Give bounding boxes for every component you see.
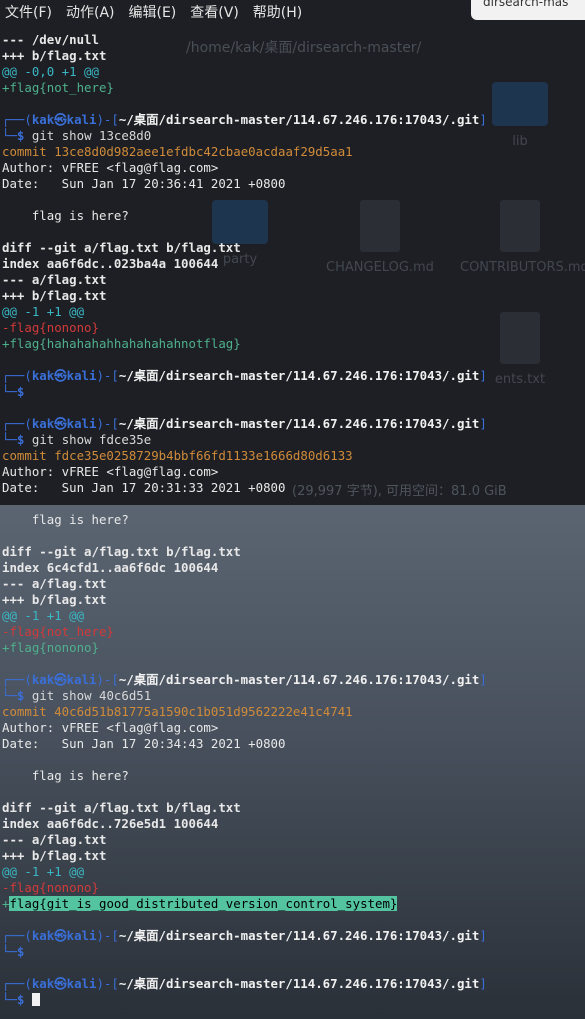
diff-header: diff --git a/flag.txt b/flag.txt bbox=[2, 240, 241, 255]
diff-header: diff --git a/flag.txt b/flag.txt bbox=[2, 800, 241, 815]
command-line: └─$ bbox=[2, 944, 25, 959]
diff-removed: -flag{nonono} bbox=[2, 320, 99, 335]
diff-line: --- a/flag.txt bbox=[2, 832, 107, 847]
kali-icon: ㉿ bbox=[54, 672, 67, 687]
menu-edit[interactable]: 编辑(E) bbox=[124, 2, 182, 22]
menu-action[interactable]: 动作(A) bbox=[61, 2, 120, 22]
commit-hash: commit fdce35e0258729b4bbf66fd1133e1666d… bbox=[2, 448, 353, 463]
kali-icon: ㉿ bbox=[54, 368, 67, 383]
prompt-line: ┌──(kak㉿kali)-[~/桌面/dirsearch-master/114… bbox=[2, 976, 487, 991]
commit-author: Author: vFREE <flag@flag.com> bbox=[2, 720, 219, 735]
prompt-line: ┌──(kak㉿kali)-[~/桌面/dirsearch-master/114… bbox=[2, 368, 487, 383]
kali-icon: ㉿ bbox=[54, 112, 67, 127]
command-line: └─$ bbox=[2, 384, 25, 399]
diff-line: +++ b/flag.txt bbox=[2, 848, 107, 863]
diff-hunk: @@ -0,0 +1 @@ bbox=[2, 64, 99, 79]
diff-added: +flag{hahahahahhahahahahnotflag} bbox=[2, 336, 241, 351]
commit-message: flag is here? bbox=[2, 208, 129, 223]
command-line: └─$ git show 13ce8d0 bbox=[2, 128, 152, 143]
command-line: └─$ git show 40c6d51 bbox=[2, 688, 152, 703]
diff-line: --- /dev/null bbox=[2, 32, 99, 47]
terminal-menubar: 文件(F) 动作(A) 编辑(E) 查看(V) 帮助(H) bbox=[0, 0, 311, 24]
commit-message: flag is here? bbox=[2, 512, 129, 527]
prompt-line: ┌──(kak㉿kali)-[~/桌面/dirsearch-master/114… bbox=[2, 112, 487, 127]
text-cursor bbox=[31, 993, 40, 1006]
kali-icon: ㉿ bbox=[54, 976, 67, 991]
kali-icon: ㉿ bbox=[54, 928, 67, 943]
diff-line: +++ b/flag.txt bbox=[2, 592, 107, 607]
diff-line: --- a/flag.txt bbox=[2, 272, 107, 287]
terminal-output[interactable]: --- /dev/null +++ b/flag.txt @@ -0,0 +1 … bbox=[2, 32, 585, 1008]
diff-index: index aa6f6dc..726e5d1 100644 bbox=[2, 816, 219, 831]
selected-flag-text: flag{git_is_good_distributed_version_con… bbox=[9, 896, 398, 911]
diff-line: --- a/flag.txt bbox=[2, 576, 107, 591]
commit-date: Date: Sun Jan 17 20:36:41 2021 +0800 bbox=[2, 176, 286, 191]
prompt-line: ┌──(kak㉿kali)-[~/桌面/dirsearch-master/114… bbox=[2, 416, 487, 431]
diff-removed: -flag{not_here} bbox=[2, 624, 114, 639]
commit-date: Date: Sun Jan 17 20:31:33 2021 +0800 bbox=[2, 480, 286, 495]
kali-icon: ㉿ bbox=[54, 416, 67, 431]
commit-message: flag is here? bbox=[2, 768, 129, 783]
diff-header: diff --git a/flag.txt b/flag.txt bbox=[2, 544, 241, 559]
menu-file[interactable]: 文件(F) bbox=[0, 2, 57, 22]
diff-index: index aa6f6dc..023ba4a 100644 bbox=[2, 256, 219, 271]
diff-added: +flag{not_here} bbox=[2, 80, 114, 95]
commit-author: Author: vFREE <flag@flag.com> bbox=[2, 160, 219, 175]
diff-added: +flag{nonono} bbox=[2, 640, 99, 655]
commit-hash: commit 13ce8d0d982aee1efdbc42cbae0acdaaf… bbox=[2, 144, 353, 159]
window-title-fragment: dirsearch-mas bbox=[471, 0, 585, 20]
command-input-line[interactable]: └─$ bbox=[2, 992, 585, 1008]
commit-hash: commit 40c6d51b81775a1590c1b051d9562222e… bbox=[2, 704, 353, 719]
diff-index: index 6c4cfd1..aa6f6dc 100644 bbox=[2, 560, 219, 575]
diff-hunk: @@ -1 +1 @@ bbox=[2, 864, 85, 879]
prompt-line: ┌──(kak㉿kali)-[~/桌面/dirsearch-master/114… bbox=[2, 928, 487, 943]
prompt-line: ┌──(kak㉿kali)-[~/桌面/dirsearch-master/114… bbox=[2, 672, 487, 687]
diff-added-flag: +flag{git_is_good_distributed_version_co… bbox=[2, 896, 398, 911]
commit-date: Date: Sun Jan 17 20:34:43 2021 +0800 bbox=[2, 736, 286, 751]
commit-author: Author: vFREE <flag@flag.com> bbox=[2, 464, 219, 479]
diff-hunk: @@ -1 +1 @@ bbox=[2, 608, 85, 623]
diff-line: +++ b/flag.txt bbox=[2, 48, 107, 63]
command-line: └─$ git show fdce35e bbox=[2, 432, 152, 447]
menu-view[interactable]: 查看(V) bbox=[185, 2, 244, 22]
diff-hunk: @@ -1 +1 @@ bbox=[2, 304, 85, 319]
diff-line: +++ b/flag.txt bbox=[2, 288, 107, 303]
diff-removed: -flag{nonono} bbox=[2, 880, 99, 895]
menu-help[interactable]: 帮助(H) bbox=[248, 2, 307, 22]
